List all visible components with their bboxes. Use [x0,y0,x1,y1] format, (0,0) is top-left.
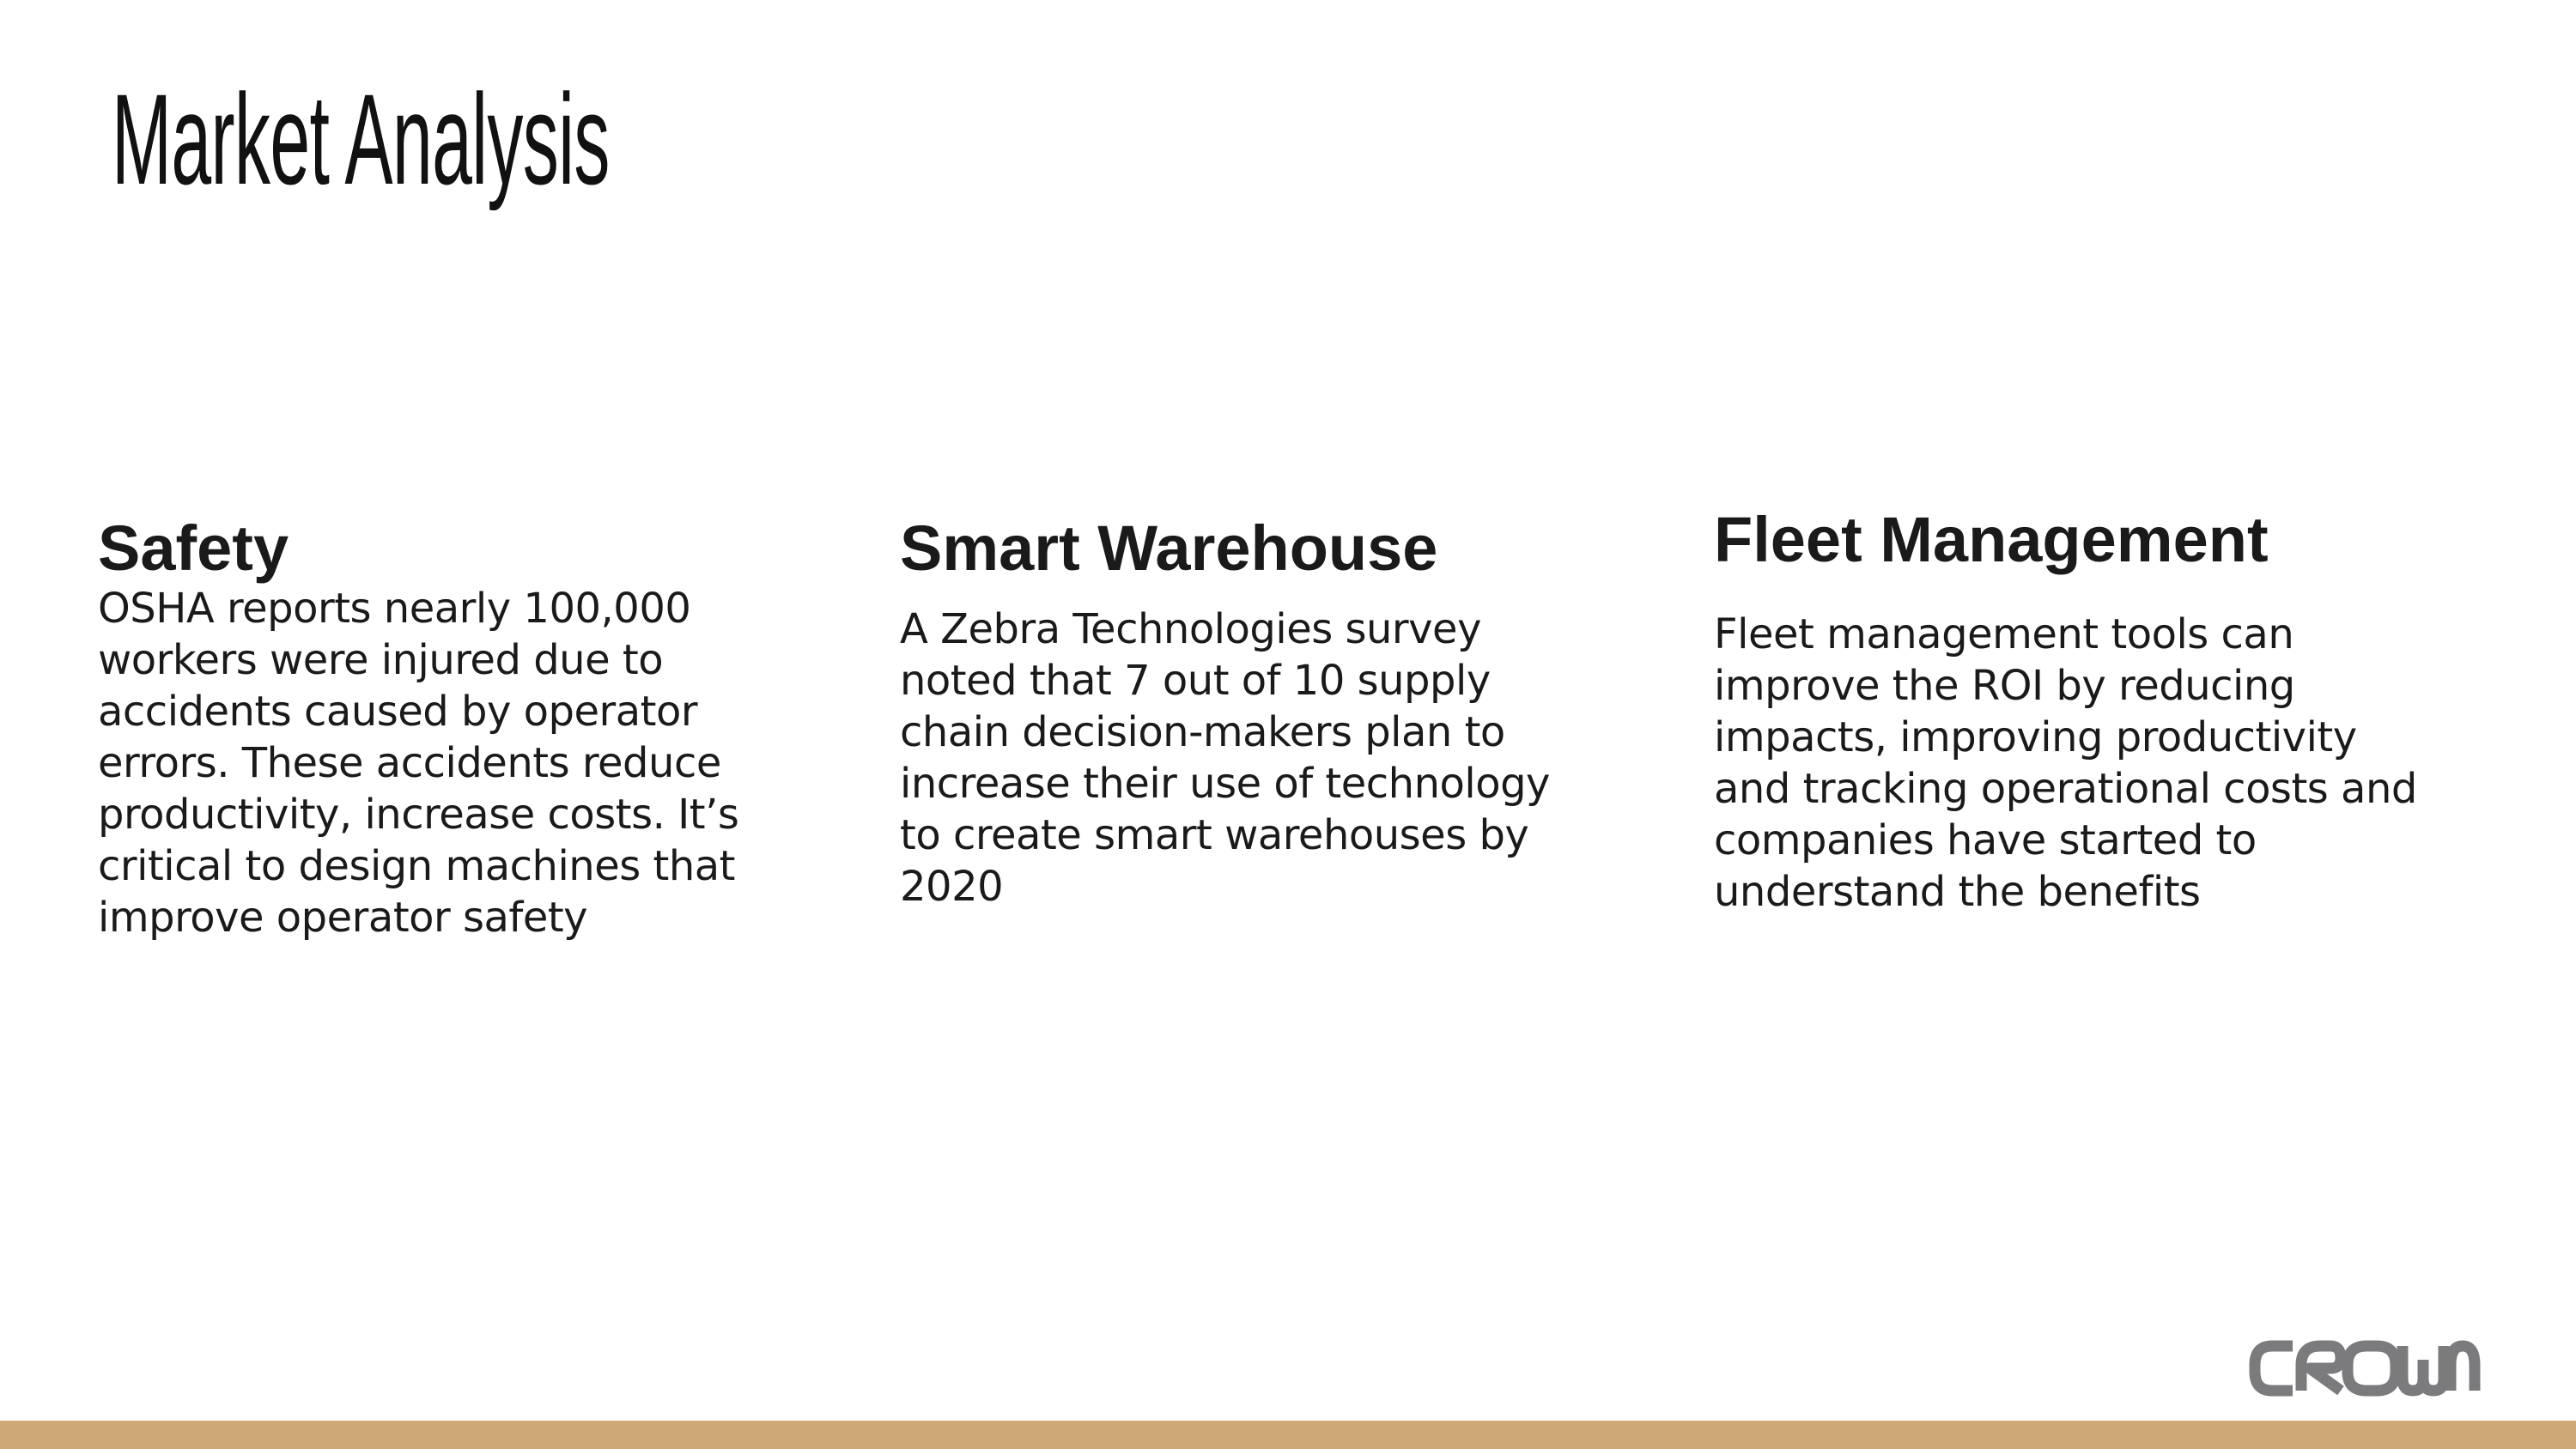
slide: Market Analysis Safety OSHA reports near… [0,0,2576,1449]
column-heading: Fleet Management [1714,504,2269,575]
crown-logo [2249,1340,2481,1397]
column-heading: Smart Warehouse [900,512,1438,584]
column-fleet-management: Fleet Management Fleet management tools … [1714,505,2435,918]
column-body: OSHA reports nearly 100,000 workers were… [98,585,739,943]
column-heading: Safety [98,512,289,584]
column-smart-warehouse: Smart Warehouse A Zebra Technologies sur… [900,513,1552,912]
slide-title: Market Analysis [112,67,610,211]
column-body: A Zebra Technologies survey noted that 7… [900,605,1550,912]
bottom-accent-bar [0,1421,2576,1449]
column-body: Fleet management tools can improve the R… [1714,610,2417,917]
column-safety: Safety OSHA reports nearly 100,000 worke… [98,513,836,943]
